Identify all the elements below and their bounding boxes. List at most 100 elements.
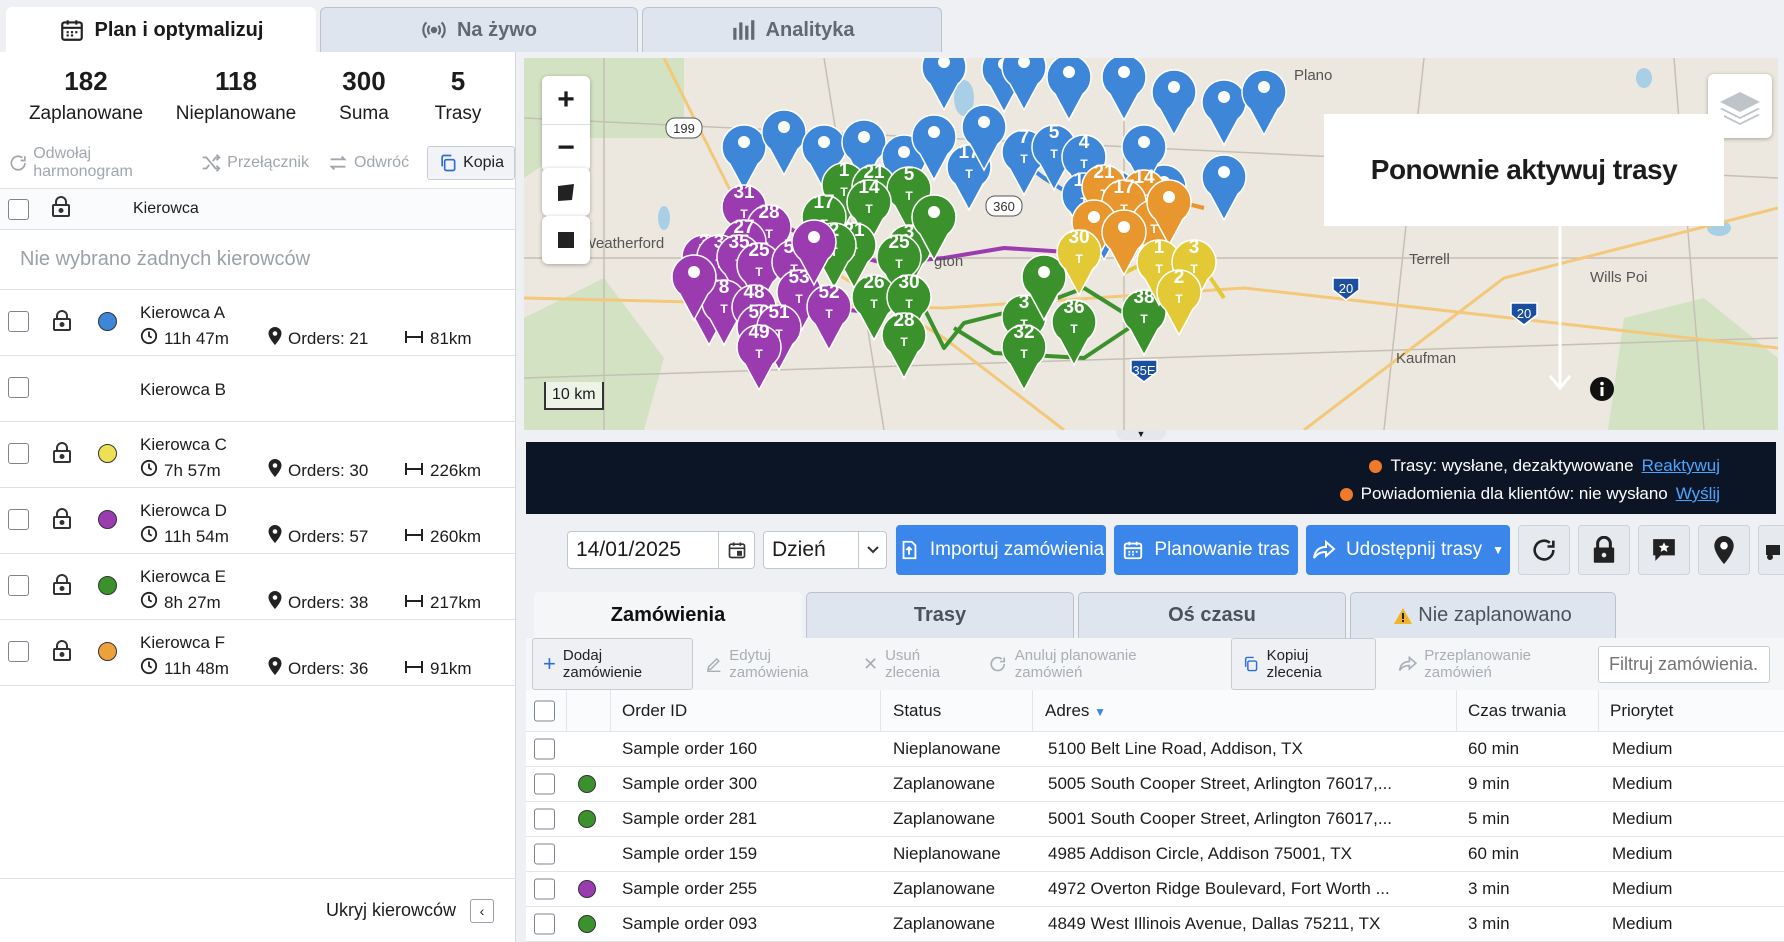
add-order-button[interactable]: + Dodaj zamówienie <box>532 638 693 690</box>
orders-value: Orders: 57 <box>288 526 369 546</box>
driver-column-header[interactable]: Kierowca <box>133 200 199 218</box>
draw-polygon-button[interactable] <box>542 168 590 216</box>
more-button[interactable] <box>1758 525 1784 575</box>
send-link[interactable]: Wyślij <box>1676 484 1720 504</box>
orders-value: Orders: 30 <box>288 460 369 480</box>
zoom-in-button[interactable]: + <box>542 76 590 124</box>
table-row[interactable]: Sample order 159 Nieplanowane 4985 Addison… <box>526 837 1784 872</box>
location-button[interactable] <box>1698 525 1750 575</box>
driver-row[interactable]: Kierowca D 11h 54m Orders: 57 260km <box>0 488 515 554</box>
driver-checkbox[interactable] <box>8 575 29 596</box>
row-checkbox[interactable] <box>534 738 555 760</box>
driver-row[interactable]: Kierowca E 8h 27m Orders: 38 217km <box>0 554 515 620</box>
lock-icon[interactable] <box>52 574 72 601</box>
lock-icon[interactable] <box>52 310 72 337</box>
driver-distance: 217km <box>404 593 481 613</box>
action-label: Odwróć <box>353 154 410 171</box>
tab-live[interactable]: Na żywo <box>320 7 638 52</box>
order-id: Sample order 160 <box>622 739 758 758</box>
order-duration: 3 min <box>1468 879 1510 898</box>
highway-shield: 360 <box>985 195 1023 217</box>
driver-row[interactable]: Kierowca A 11h 47m Orders: 21 81km <box>0 290 515 356</box>
lock-icon[interactable] <box>52 640 72 667</box>
driver-checkbox[interactable] <box>8 377 29 398</box>
marker-dot <box>1218 91 1230 103</box>
period-select[interactable]: Dzień <box>763 531 887 569</box>
column-status[interactable]: Status <box>893 701 941 721</box>
svg-text:T: T <box>1075 252 1083 266</box>
stat-value: 300 <box>342 65 386 96</box>
action-label: Kopiuj zlecenia <box>1266 647 1322 681</box>
hide-drivers-label[interactable]: Ukryj kierowców <box>326 900 456 921</box>
table-row[interactable]: Sample order 300 Zaplanowane 5005 South Co… <box>526 767 1784 802</box>
cancel-schedule-button[interactable]: Odwołaj harmonogram <box>8 145 182 181</box>
reverse-button[interactable]: Odwróć <box>327 152 409 174</box>
copy-button[interactable]: Kopia <box>427 146 515 180</box>
zoom-out-button[interactable]: − <box>542 123 590 173</box>
driver-row[interactable]: Kierowca C 7h 57m Orders: 30 226km <box>0 422 515 488</box>
calendar-picker-icon[interactable] <box>718 532 754 568</box>
collapse-icon[interactable]: ‹ <box>470 898 494 923</box>
stat-label: Nieplanowane <box>175 102 297 124</box>
driver-checkbox[interactable] <box>8 311 29 332</box>
reactivate-link[interactable]: Reaktywuj <box>1642 456 1720 476</box>
driver-row[interactable]: Kierowca F 11h 48m Orders: 36 91km <box>0 620 515 686</box>
row-checkbox[interactable] <box>534 808 555 830</box>
route-color-dot <box>578 915 596 933</box>
tab-routes[interactable]: Trasy <box>806 592 1074 638</box>
share-routes-button[interactable]: Udostępnij trasy ▼ <box>1306 525 1510 575</box>
driver-checkbox[interactable] <box>8 443 29 464</box>
driver-checkbox[interactable] <box>8 641 29 662</box>
filter-orders-input[interactable] <box>1598 645 1770 683</box>
route-map[interactable]: Plano Weatherford Terrell Wills Poi Kaufman g… <box>524 58 1778 430</box>
edit-orders-button[interactable]: Edytuj zamówienia <box>705 647 851 681</box>
select-all-orders-checkbox[interactable] <box>534 700 555 721</box>
row-checkbox[interactable] <box>534 878 555 900</box>
row-checkbox[interactable] <box>534 913 555 935</box>
driver-list: Kierowca A 11h 47m Orders: 21 81km Kierowca … <box>0 290 515 686</box>
column-duration[interactable]: Czas trwania <box>1468 701 1566 721</box>
tab-orders[interactable]: Zamówienia <box>534 592 802 638</box>
info-icon[interactable] <box>1589 376 1615 402</box>
refresh-button[interactable] <box>1518 525 1570 575</box>
tab-timeline[interactable]: Oś czasu <box>1078 592 1346 638</box>
table-row[interactable]: Sample order 093 Zaplanowane 4849 West Ill… <box>526 907 1784 942</box>
lock-header-icon <box>51 195 71 223</box>
route-planning-button[interactable]: Planowanie tras <box>1114 525 1298 575</box>
row-checkbox[interactable] <box>534 773 555 795</box>
row-checkbox[interactable] <box>534 843 555 865</box>
tab-plan[interactable]: Plan i optymalizuj <box>6 7 316 52</box>
driver-orders: Orders: 38 <box>268 591 404 614</box>
date-input[interactable]: 14/01/2025 <box>567 531 755 569</box>
shuffle-icon <box>202 154 221 172</box>
lock-icon[interactable] <box>52 508 72 535</box>
column-priority[interactable]: Priorytet <box>1610 701 1673 721</box>
draw-rectangle-button[interactable] <box>542 216 590 264</box>
orders-table-body: Sample order 160 Nieplanowane 5100 Belt Li… <box>526 732 1784 942</box>
message-button[interactable] <box>1638 525 1690 575</box>
select-all-checkbox[interactable] <box>8 198 29 220</box>
copy-orders-button[interactable]: Kopiuj zlecenia <box>1231 638 1376 690</box>
action-label: Usuń zlecenia <box>885 647 941 681</box>
lock-icon[interactable] <box>52 442 72 469</box>
reschedule-orders-button[interactable]: Przeplanowanie zamówień <box>1398 647 1598 681</box>
table-row[interactable]: Sample order 255 Zaplanowane 4972 Overton … <box>526 872 1784 907</box>
import-orders-button[interactable]: Importuj zamówienia <box>896 525 1106 575</box>
driver-checkbox[interactable] <box>8 509 29 530</box>
table-row[interactable]: Sample order 281 Zaplanowane 5001 South Co… <box>526 802 1784 837</box>
unschedule-orders-button[interactable]: Anuluj planowanie zamówień <box>988 647 1203 681</box>
tab-unscheduled[interactable]: Nie zaplanowano <box>1350 592 1616 638</box>
delete-orders-button[interactable]: ✕ Usuń zlecenia <box>863 647 976 681</box>
map-resize-handle[interactable]: ▼ <box>1116 430 1166 440</box>
lock-button[interactable] <box>1578 525 1630 575</box>
button-label: Udostępnij trasy <box>1345 539 1483 560</box>
table-row[interactable]: Sample order 160 Nieplanowane 5100 Belt Li… <box>526 732 1784 767</box>
column-order-id[interactable]: Order ID <box>622 701 687 721</box>
column-address[interactable]: Adres ▼ <box>1045 701 1106 721</box>
tab-analytics[interactable]: Analityka <box>642 7 942 52</box>
tab-label: Na żywo <box>456 18 538 41</box>
svg-text:T: T <box>900 335 908 349</box>
highway-shield: 199 <box>665 117 703 139</box>
driver-row[interactable]: Kierowca B <box>0 356 515 422</box>
toggle-button[interactable]: Przełącznik <box>200 152 309 174</box>
